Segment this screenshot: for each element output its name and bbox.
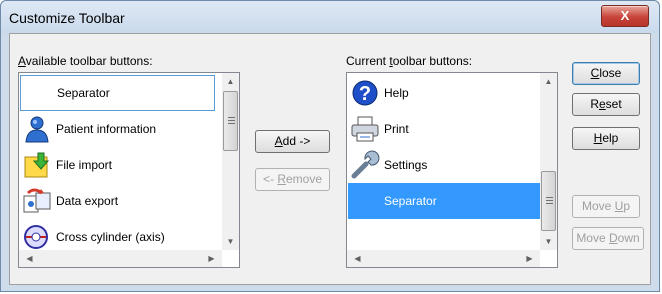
list-item[interactable]: Separator (20, 75, 215, 111)
current-vertical-scrollbar[interactable]: ▲ ▼ (540, 73, 557, 250)
list-item-label: Separator (384, 194, 437, 208)
help-icon: ? (348, 78, 382, 108)
file-import-icon (20, 150, 54, 180)
list-item[interactable]: Print (348, 111, 541, 147)
scroll-thumb[interactable] (223, 91, 238, 151)
move-up-button[interactable]: Move Up (572, 195, 640, 218)
close-button[interactable]: Close (572, 62, 640, 85)
list-item-label: Data export (56, 194, 119, 208)
separator-icon (21, 78, 55, 108)
help-button[interactable]: Help (572, 127, 640, 150)
separator-icon (348, 186, 382, 216)
window-close-button[interactable]: X (601, 5, 649, 27)
list-item[interactable]: Patient information (20, 111, 215, 147)
scroll-down-icon[interactable]: ▼ (540, 237, 557, 246)
scroll-right-icon[interactable]: ▶ (203, 254, 220, 263)
svg-text:?: ? (359, 83, 371, 105)
printer-icon (348, 114, 382, 144)
list-item-label: File import (56, 158, 113, 172)
list-item-label: Help (384, 86, 409, 100)
list-item-label: Separator (57, 86, 110, 100)
current-horizontal-scrollbar[interactable]: ◀ ▶ (347, 250, 540, 267)
available-vertical-scrollbar[interactable]: ▲ ▼ (222, 73, 239, 250)
list-item-label: Cross cylinder (axis) (56, 230, 165, 244)
available-buttons-list[interactable]: Separator Patient information File impor… (18, 72, 240, 268)
customize-toolbar-dialog: Customize Toolbar X Available toolbar bu… (0, 0, 660, 292)
patient-icon (20, 114, 54, 144)
list-item[interactable]: Data export (20, 183, 215, 219)
current-buttons-list[interactable]: ? Help Print Settings Separator ▲ ▼ ◀ ▶ (346, 72, 558, 268)
remove-button[interactable]: <- Remove (255, 168, 330, 191)
scroll-down-icon[interactable]: ▼ (222, 237, 239, 246)
scroll-up-icon[interactable]: ▲ (540, 77, 557, 86)
cross-cylinder-icon (20, 222, 54, 252)
scroll-up-icon[interactable]: ▲ (222, 77, 239, 86)
add-button[interactable]: Add -> (255, 130, 330, 153)
scroll-thumb[interactable] (541, 171, 556, 231)
scroll-right-icon[interactable]: ▶ (521, 254, 538, 263)
available-horizontal-scrollbar[interactable]: ◀ ▶ (19, 250, 222, 267)
list-item[interactable]: Settings (348, 147, 541, 183)
list-item[interactable]: File import (20, 147, 215, 183)
current-buttons-label: Current toolbar buttons: (346, 54, 473, 68)
list-item-label: Print (384, 122, 409, 136)
wrench-icon (348, 150, 382, 180)
scroll-left-icon[interactable]: ◀ (21, 254, 38, 263)
reset-button[interactable]: Reset (572, 93, 640, 116)
dialog-title: Customize Toolbar (9, 10, 125, 26)
list-item-label: Patient information (56, 122, 157, 136)
move-down-button[interactable]: Move Down (572, 227, 644, 250)
list-item[interactable]: Separator (348, 183, 541, 219)
dialog-client-area: Available toolbar buttons: Separator Pat… (9, 33, 651, 285)
data-export-icon (20, 186, 54, 216)
list-item[interactable]: ? Help (348, 75, 541, 111)
scroll-left-icon[interactable]: ◀ (349, 254, 366, 263)
title-bar: Customize Toolbar X (1, 1, 659, 33)
available-buttons-label: Available toolbar buttons: (18, 54, 153, 68)
list-item-label: Settings (384, 158, 428, 172)
close-icon: X (620, 8, 630, 23)
